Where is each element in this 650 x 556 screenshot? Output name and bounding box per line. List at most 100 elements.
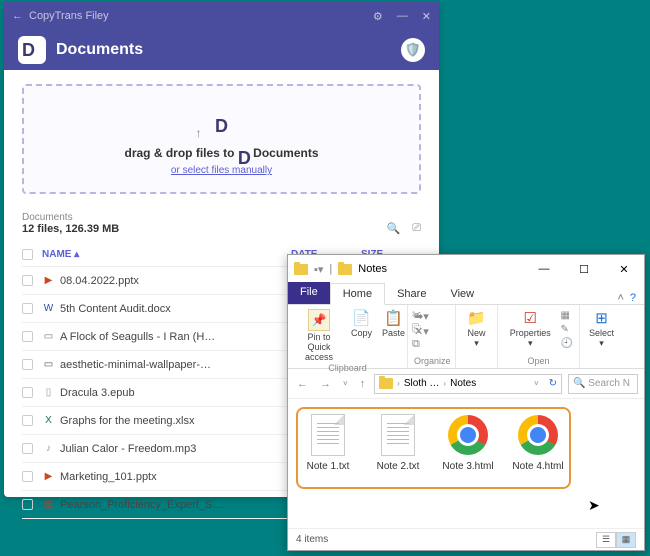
qat-folder-icon[interactable]	[294, 264, 308, 275]
dropzone[interactable]: ↑ drag & drop files to Documents or sele…	[22, 84, 421, 194]
chrome-html-icon	[448, 415, 488, 455]
file-name: W5th Content Audit.docx	[42, 302, 291, 315]
app-title: CopyTrans Filey	[29, 10, 373, 22]
file-name: ▶08.04.2022.pptx	[42, 274, 291, 287]
back-arrow-icon[interactable]: ←	[12, 10, 23, 22]
file-item[interactable]: Note 2.txt	[366, 413, 430, 472]
ribbon-collapse-icon[interactable]: ˄	[617, 292, 623, 304]
row-checkbox[interactable]	[22, 275, 33, 286]
qat-menu-icon[interactable]: ▪▾	[314, 263, 323, 276]
group-open: Open	[504, 356, 573, 368]
file-type-icon: ▤	[42, 498, 55, 511]
tab-view[interactable]: View	[438, 284, 486, 304]
row-checkbox[interactable]	[22, 415, 33, 426]
file-item[interactable]: Note 1.txt	[296, 413, 360, 472]
properties-icon: ☑	[524, 309, 537, 327]
row-checkbox[interactable]	[22, 443, 33, 454]
file-type-icon: ▭	[42, 358, 55, 371]
paste-button[interactable]: 📋Paste	[379, 308, 408, 339]
stats-summary: 12 files, 126.39 MB	[22, 223, 119, 235]
move-to-icon[interactable]: ➡▾	[414, 310, 429, 323]
copytrans-titlebar: ← CopyTrans Filey ⚙ — ✕	[4, 2, 439, 30]
tab-file[interactable]: File	[288, 282, 330, 304]
paste-icon: 📋	[384, 309, 403, 327]
file-type-icon: ♪	[42, 442, 55, 455]
tab-home[interactable]: Home	[330, 283, 385, 305]
help-icon[interactable]: ?	[630, 292, 636, 304]
explorer-titlebar: ▪▾ | Notes — ☐ ✕	[288, 255, 644, 283]
file-item[interactable]: Note 3.html	[436, 413, 500, 472]
chrome-html-icon	[518, 415, 558, 455]
nav-fwd-icon[interactable]: →	[317, 378, 334, 390]
history-icon[interactable]: 🕘	[561, 338, 573, 349]
header-title: Documents	[56, 41, 391, 59]
nav-up-icon[interactable]: ↑	[357, 378, 369, 390]
address-bar[interactable]: › Sloth … › Notes ˅ ↻	[374, 374, 562, 394]
row-checkbox[interactable]	[22, 331, 33, 342]
row-checkbox[interactable]	[22, 471, 33, 482]
file-name: ♪Julian Calor - Freedom.mp3	[42, 442, 291, 455]
view-details-button[interactable]: ☰	[596, 532, 616, 548]
breadcrumb[interactable]: Notes	[450, 378, 476, 389]
edit-icon[interactable]: ✎	[561, 324, 573, 335]
new-button[interactable]: 📁New ▾	[462, 308, 491, 350]
breadcrumb[interactable]: Sloth …	[404, 378, 440, 389]
close-button[interactable]: ✕	[604, 255, 644, 283]
file-name: ▭aesthetic-minimal-wallpaper-…	[42, 358, 291, 371]
item-count: 4 items	[296, 534, 328, 545]
search-box[interactable]: 🔍 Search N	[568, 374, 638, 394]
ribbon-tabs: File Home Share View ˄ ?	[288, 283, 644, 305]
pin-quick-access-button[interactable]: 📌Pin to Quick access	[294, 308, 344, 363]
maximize-button[interactable]: ☐	[564, 255, 604, 283]
addr-folder-icon	[379, 378, 393, 389]
minimize-icon[interactable]: —	[397, 10, 408, 23]
nav-recent-icon[interactable]: ˅	[340, 379, 351, 388]
copytrans-header: Documents 🛡️	[4, 30, 439, 70]
close-icon[interactable]: ✕	[422, 10, 431, 23]
file-item[interactable]: Note 4.html	[506, 413, 570, 472]
file-type-icon: ▯	[42, 386, 55, 399]
row-checkbox[interactable]	[22, 303, 33, 314]
pin-icon: 📌	[308, 309, 330, 331]
file-pane[interactable]: Note 1.txt Note 2.txtNote 3.html Note 4.ht…	[288, 399, 644, 486]
minimize-button[interactable]: —	[524, 255, 564, 283]
select-files-link[interactable]: or select files manually	[171, 165, 272, 176]
row-checkbox[interactable]	[22, 499, 33, 510]
file-label: Note 4.html	[506, 461, 570, 472]
explorer-window: ▪▾ | Notes — ☐ ✕ File Home Share View ˄ …	[287, 254, 645, 551]
settings-gear-icon[interactable]: ⚙	[373, 10, 383, 23]
delete-icon[interactable]: ✕▾	[414, 325, 429, 338]
file-type-icon: ▭	[42, 330, 55, 343]
row-checkbox[interactable]	[22, 387, 33, 398]
ribbon: 📌Pin to Quick access 📄Copy 📋Paste ✂ ⎘ ⧉ …	[288, 305, 644, 369]
col-name[interactable]: NAME ▴	[42, 249, 291, 260]
sort-asc-icon: ▴	[74, 249, 79, 260]
explorer-title: Notes	[358, 263, 387, 275]
file-type-icon: X	[42, 414, 55, 427]
upload-icon: ↑	[206, 106, 238, 138]
documents-logo-icon	[18, 36, 46, 64]
tab-share[interactable]: Share	[385, 284, 438, 304]
txt-file-icon	[381, 414, 415, 456]
file-name: ▶Marketing_101.pptx	[42, 470, 291, 483]
copy-button[interactable]: 📄Copy	[348, 308, 375, 339]
device-badge-icon[interactable]: 🛡️	[401, 38, 425, 62]
file-name: XGraphs for the meeting.xlsx	[42, 414, 291, 427]
select-button[interactable]: ⊞Select ▾	[586, 308, 617, 350]
file-type-icon: ▶	[42, 274, 55, 287]
copy-icon: 📄	[352, 309, 371, 327]
open-icon[interactable]: ▦	[561, 310, 573, 321]
file-label: Note 1.txt	[296, 461, 360, 472]
search-icon[interactable]: 🔍	[386, 222, 400, 235]
row-checkbox[interactable]	[22, 359, 33, 370]
nav-back-icon[interactable]: ←	[294, 378, 311, 390]
select-all-checkbox[interactable]	[22, 249, 33, 260]
refresh-icon[interactable]: ↻	[549, 378, 557, 389]
properties-button[interactable]: ☑Properties ▾	[504, 308, 557, 350]
file-name: ▭A Flock of Seagulls - I Ran (H…	[42, 330, 291, 343]
new-folder-icon: 📁	[467, 309, 486, 327]
filter-icon[interactable]: ⎚	[412, 222, 421, 235]
folder-icon	[338, 264, 352, 275]
stats-label: Documents	[22, 212, 119, 223]
view-icons-button[interactable]: ▦	[616, 532, 636, 548]
